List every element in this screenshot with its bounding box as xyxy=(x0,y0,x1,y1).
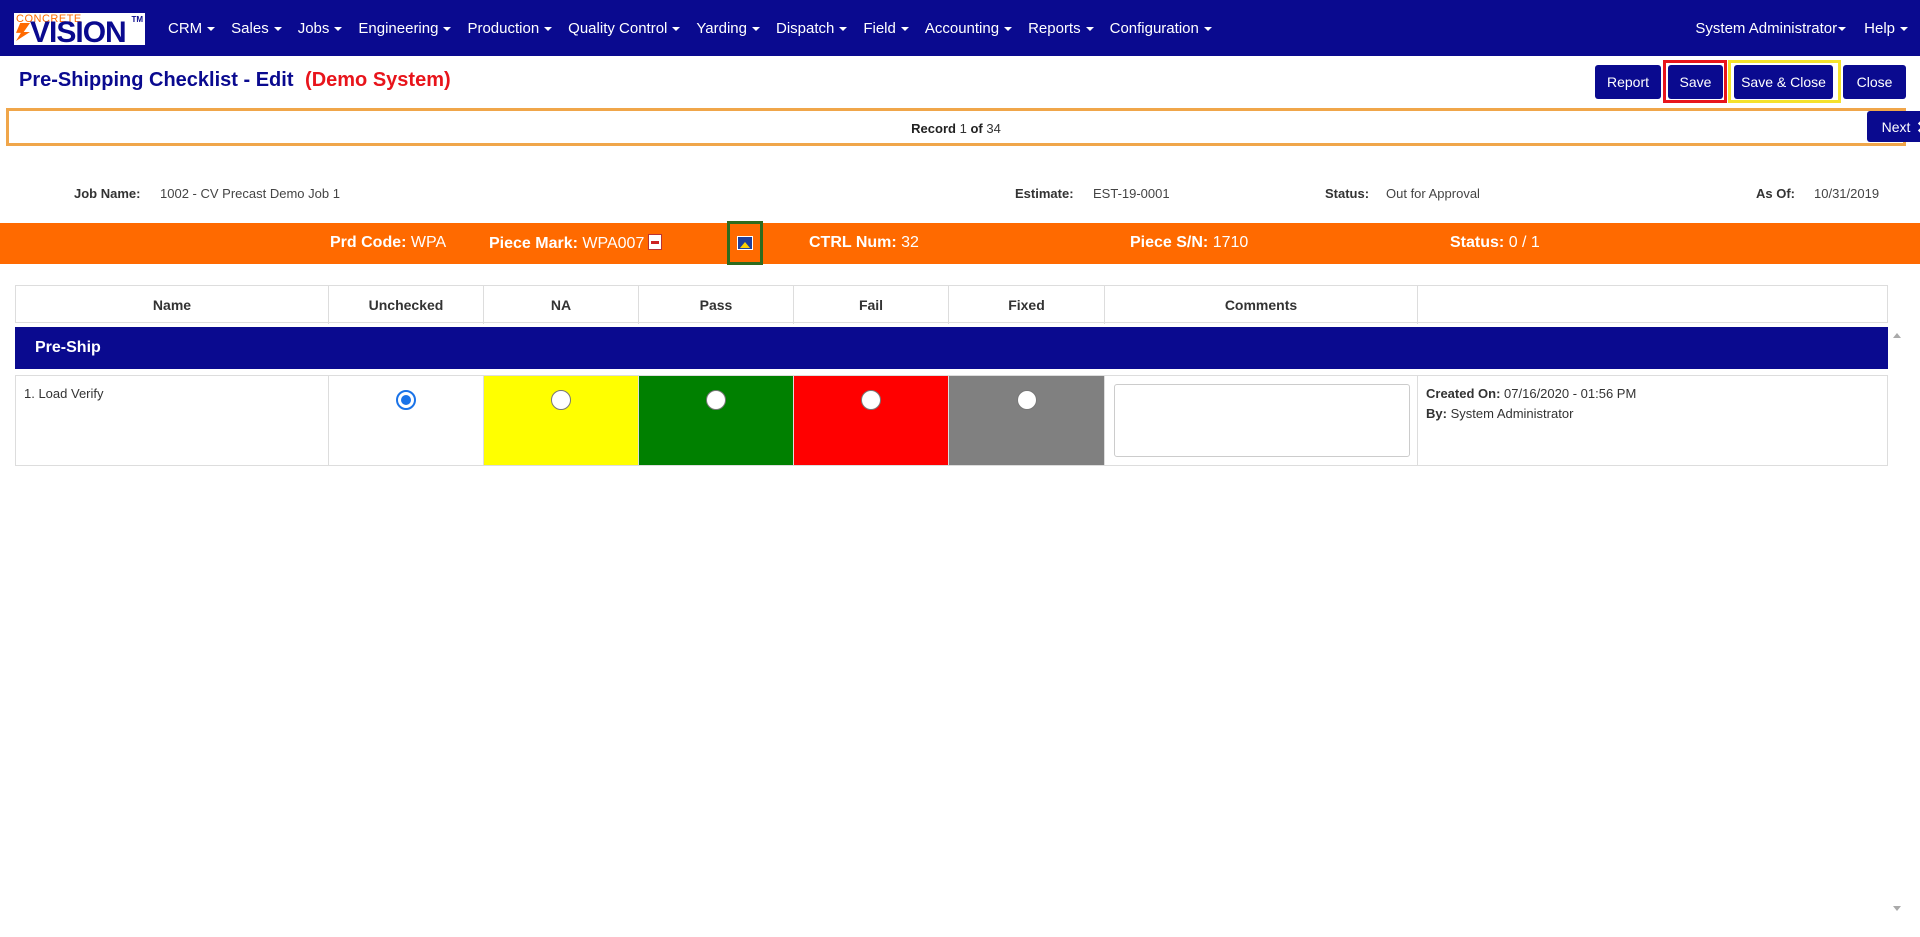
nav-engineering[interactable]: Engineering xyxy=(358,20,452,37)
created-on: Created On: 07/16/2020 - 01:56 PM xyxy=(1426,386,1637,401)
fail-cell xyxy=(794,376,949,465)
nav-sales[interactable]: Sales xyxy=(231,20,282,37)
nav-configuration[interactable]: Configuration xyxy=(1110,20,1212,37)
next-record-button[interactable]: Next xyxy=(1867,111,1920,142)
nav-accounting[interactable]: Accounting xyxy=(925,20,1013,37)
col-name: Name xyxy=(16,286,329,324)
pass-radio[interactable] xyxy=(706,390,726,410)
nav-dispatch[interactable]: Dispatch xyxy=(776,20,848,37)
caret-down-icon xyxy=(751,26,760,31)
comments-cell xyxy=(1105,376,1418,465)
caret-down-icon xyxy=(544,26,553,31)
logo-main-text: VISION xyxy=(30,16,127,46)
job-name-label: Job Name: xyxy=(74,186,141,201)
caret-down-icon xyxy=(1085,26,1094,31)
record-total: 34 xyxy=(986,121,1001,136)
save-and-close-highlight xyxy=(1728,60,1841,103)
table-row: 1. Load Verify Created On: 07/16/2020 - … xyxy=(15,375,1888,466)
ctrl-num: CTRL Num: 32 xyxy=(809,234,919,251)
na-cell xyxy=(484,376,639,465)
col-pass: Pass xyxy=(639,286,794,324)
job-name-value: 1002 - CV Precast Demo Job 1 xyxy=(160,186,340,201)
pdf-icon[interactable] xyxy=(648,234,663,250)
nav-crm[interactable]: CRM xyxy=(168,20,216,37)
nav-jobs[interactable]: Jobs xyxy=(298,20,343,37)
fixed-cell xyxy=(949,376,1105,465)
nav-yarding[interactable]: Yarding xyxy=(696,20,760,37)
unchecked-cell xyxy=(329,376,484,465)
record-counter: Record 1 of 34 xyxy=(9,121,1903,136)
caret-down-icon xyxy=(273,26,282,31)
na-radio[interactable] xyxy=(551,390,571,410)
demo-system-label: (Demo System) xyxy=(305,69,451,91)
main-menu: CRM Sales Jobs Engineering Production Qu… xyxy=(168,0,1228,56)
name-cell: 1. Load Verify xyxy=(16,376,329,465)
user-menu: System Administrator Help xyxy=(1677,0,1908,56)
scroll-down-icon[interactable] xyxy=(1893,906,1901,911)
section-header: Pre-Ship xyxy=(15,327,1888,369)
col-fail: Fail xyxy=(794,286,949,324)
col-meta xyxy=(1418,286,1887,324)
piece-info-band: Prd Code: WPA Piece Mark: WPA007 CTRL Nu… xyxy=(0,223,1920,264)
piece-status: Status: 0 / 1 xyxy=(1450,234,1540,251)
scroll-up-icon[interactable] xyxy=(1893,333,1901,338)
logo-tm: TM xyxy=(131,15,143,24)
nav-quality-control[interactable]: Quality Control xyxy=(568,20,681,37)
top-navbar: CONCRETE VISION TM CRM Sales Jobs Engine… xyxy=(0,0,1920,56)
estimate-label: Estimate: xyxy=(1015,186,1074,201)
caret-down-icon xyxy=(1004,26,1013,31)
pass-cell xyxy=(639,376,794,465)
chevron-right-icon xyxy=(1914,120,1920,133)
as-of-label: As Of: xyxy=(1756,186,1795,201)
caret-down-icon xyxy=(1900,26,1908,31)
nav-user[interactable]: System Administrator xyxy=(1695,20,1847,37)
item-name: 1. Load Verify xyxy=(24,386,104,401)
caret-down-icon xyxy=(672,26,681,31)
picture-icon xyxy=(737,236,753,250)
caret-down-icon xyxy=(1838,26,1847,31)
record-navigator: Record 1 of 34 xyxy=(6,108,1906,146)
comments-textarea[interactable] xyxy=(1114,384,1410,457)
piece-mark: Piece Mark: WPA007 xyxy=(489,234,663,253)
nav-production[interactable]: Production xyxy=(467,20,553,37)
image-icon[interactable] xyxy=(727,221,763,265)
caret-down-icon xyxy=(1203,26,1212,31)
table-header: Name Unchecked NA Pass Fail Fixed Commen… xyxy=(15,285,1888,324)
meta-cell: Created On: 07/16/2020 - 01:56 PM By: Sy… xyxy=(1418,376,1887,465)
record-of-label: of xyxy=(970,121,983,136)
col-unchecked: Unchecked xyxy=(329,286,484,324)
col-na: NA xyxy=(484,286,639,324)
report-button[interactable]: Report xyxy=(1595,65,1661,99)
nav-help[interactable]: Help xyxy=(1864,20,1908,37)
as-of-value: 10/31/2019 xyxy=(1814,186,1880,201)
piece-sn: Piece S/N: 1710 xyxy=(1130,234,1249,251)
status-value: Out for Approval xyxy=(1386,186,1480,201)
next-label: Next xyxy=(1881,118,1911,135)
caret-down-icon xyxy=(443,26,452,31)
col-fixed: Fixed xyxy=(949,286,1105,324)
logo-flash-icon xyxy=(16,23,30,41)
caret-down-icon xyxy=(900,26,909,31)
fixed-radio[interactable] xyxy=(1016,390,1037,410)
col-comments: Comments xyxy=(1105,286,1418,324)
record-label: Record xyxy=(911,121,956,136)
estimate-value: EST-19-0001 xyxy=(1093,186,1170,201)
save-highlight xyxy=(1663,60,1727,103)
unchecked-radio[interactable] xyxy=(396,390,416,410)
status-label: Status: xyxy=(1325,186,1370,201)
nav-field[interactable]: Field xyxy=(863,20,909,37)
fail-radio[interactable] xyxy=(861,390,881,410)
page-title: Pre-Shipping Checklist - Edit (Demo Syst… xyxy=(19,69,451,92)
caret-down-icon xyxy=(207,26,216,31)
prd-code: Prd Code: WPA xyxy=(330,234,447,251)
created-by: By: System Administrator xyxy=(1426,406,1574,421)
record-current: 1 xyxy=(959,121,967,136)
page-title-text: Pre-Shipping Checklist - Edit xyxy=(19,69,294,91)
caret-down-icon xyxy=(839,26,848,31)
caret-down-icon xyxy=(334,26,343,31)
close-button[interactable]: Close xyxy=(1843,65,1906,99)
nav-reports[interactable]: Reports xyxy=(1028,20,1094,37)
concrete-vision-logo[interactable]: CONCRETE VISION TM xyxy=(14,13,145,45)
